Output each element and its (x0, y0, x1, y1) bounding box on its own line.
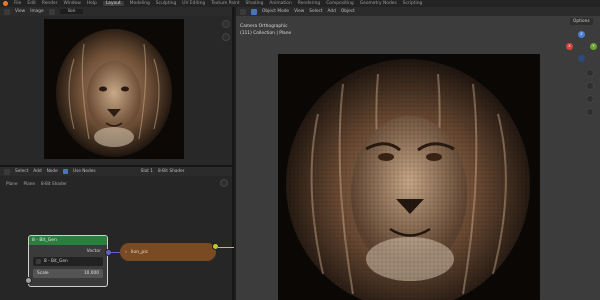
blender-logo-icon[interactable] (3, 1, 8, 6)
tab-uv-editing[interactable]: UV Editing (182, 1, 205, 6)
viewport-camera-label: Camera Orthographic (240, 24, 288, 29)
gizmo-y-label: Y (592, 44, 595, 48)
breadcrumb: Plane Plane 8-Bit Shader (6, 181, 67, 186)
scale-field[interactable]: Scale 10.000 (33, 269, 103, 278)
tab-sculpting[interactable]: Sculpting (156, 1, 177, 6)
editor-type-icon[interactable] (4, 8, 10, 15)
group-datablock-field[interactable]: 8 - Bit_Gen (33, 257, 103, 266)
viewport-menu-add[interactable]: Add (328, 9, 336, 14)
node-menu-select[interactable]: Select (15, 169, 28, 174)
breadcrumb-item: Plane (23, 181, 36, 186)
top-menu-bar: File Edit Render Window Help Layout Mode… (0, 0, 600, 7)
image-editor-menu-view[interactable]: View (15, 9, 25, 14)
perspective-toggle-icon[interactable] (586, 108, 594, 116)
use-nodes-checkbox[interactable] (62, 169, 68, 174)
image-editor-header: View Image lion (0, 7, 232, 16)
pixelated-lion-graphic (278, 54, 540, 300)
viewport-type-icon[interactable] (240, 8, 246, 15)
hand-pan-icon[interactable] (222, 33, 230, 41)
output-link-wire (218, 247, 234, 248)
tab-layout[interactable]: Layout (102, 1, 124, 6)
chevron-right-icon[interactable]: › (125, 250, 127, 255)
tab-compositing[interactable]: Compositing (326, 1, 354, 6)
gizmo-y-axis[interactable]: Y (590, 43, 597, 50)
node-tree-icon (36, 259, 41, 264)
image-browse-icon[interactable] (48, 8, 55, 15)
viewport-panel: Object Mode View Select Add Object Camer… (236, 7, 600, 300)
breadcrumb-item: Plane (6, 181, 18, 186)
node-menu-node[interactable]: Node (47, 169, 58, 174)
pixelated-lion-render (278, 54, 540, 300)
viewport-collection-label: (111) Collection | Plane (240, 31, 292, 36)
mode-dropdown[interactable]: Object Mode (262, 9, 289, 14)
camera-view-icon[interactable] (586, 95, 594, 103)
node-menu-add[interactable]: Add (33, 169, 41, 174)
tab-modeling[interactable]: Modeling (130, 1, 150, 6)
viewport-zoom-icon[interactable] (586, 69, 594, 77)
image-node-title: lion_pic (130, 249, 149, 255)
scale-label: Scale (37, 271, 49, 276)
menu-render[interactable]: Render (42, 1, 58, 6)
node-editor-panel: Select Add Node Use Nodes Slot 1 8-Bit S… (0, 165, 234, 300)
group-datablock-name: 8 - Bit_Gen (44, 259, 68, 264)
group-node-title: 8 - Bit_Gen (32, 238, 57, 243)
node-editor-type-icon[interactable] (4, 168, 10, 175)
tab-texture-paint[interactable]: Texture Paint (211, 1, 239, 6)
image-texture-node[interactable]: › lion_pic (120, 243, 216, 261)
group-node-output-label: Vector (86, 249, 101, 254)
tab-geometry-nodes[interactable]: Geometry Nodes (360, 1, 397, 6)
breadcrumb-item: 8-Bit Shader (41, 181, 67, 186)
group-node-header[interactable]: 8 - Bit_Gen (29, 236, 107, 245)
gizmo-x-axis[interactable]: X (566, 43, 573, 50)
gizmo-z-axis[interactable]: Z (578, 31, 585, 38)
group-node-8bit-gen[interactable]: 8 - Bit_Gen Vector 8 - Bit_Gen Scale 10.… (28, 235, 108, 287)
menu-help[interactable]: Help (87, 1, 97, 6)
lion-image-preview (44, 19, 184, 159)
slot-dropdown[interactable]: Slot 1 (141, 169, 153, 174)
viewport-pan-icon[interactable] (586, 82, 594, 90)
image-editor-panel: View Image lion (0, 7, 234, 165)
zoom-icon[interactable] (222, 20, 230, 28)
select-tool-icon[interactable] (251, 8, 257, 15)
viewport-menu-view[interactable]: View (294, 9, 304, 14)
viewport-menu-object[interactable]: Object (341, 9, 355, 14)
node-editor-zoom-icon[interactable] (220, 179, 228, 187)
gizmo-z-label: Z (580, 32, 583, 36)
scale-value: 10.000 (83, 271, 99, 276)
menu-edit[interactable]: Edit (27, 1, 36, 6)
node-editor-header: Select Add Node Use Nodes Slot 1 8-Bit S… (0, 167, 232, 176)
lion-portrait-graphic (44, 19, 184, 159)
material-name-field[interactable]: 8-Bit Shader (158, 169, 185, 174)
scale-input-socket[interactable] (25, 277, 32, 284)
menu-window[interactable]: Window (64, 1, 81, 6)
tab-shading[interactable]: Shading (246, 1, 264, 6)
menu-file[interactable]: File (14, 1, 21, 6)
gizmo-x-label: X (568, 44, 571, 48)
use-nodes-label: Use Nodes (72, 169, 96, 174)
gizmo-neg-z-axis[interactable] (578, 55, 585, 62)
image-name-field[interactable]: lion (59, 9, 84, 14)
viewport-menu-select[interactable]: Select (309, 9, 322, 14)
tab-rendering[interactable]: Rendering (298, 1, 320, 6)
navigation-gizmo[interactable]: Z X Y (564, 29, 598, 63)
image-editor-menu-image[interactable]: Image (30, 9, 43, 14)
tab-scripting[interactable]: Scripting (403, 1, 423, 6)
viewport-header: Object Mode View Select Add Object (236, 7, 600, 16)
view-options-button[interactable]: Options (570, 18, 593, 25)
tab-animation[interactable]: Animation (269, 1, 291, 6)
